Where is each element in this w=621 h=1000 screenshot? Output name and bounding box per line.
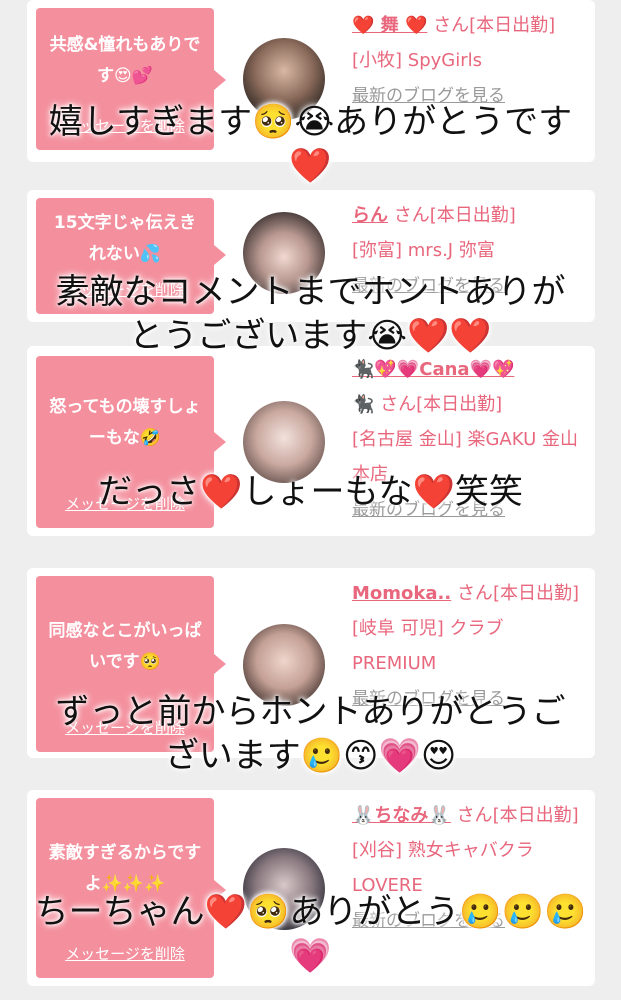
bubble-tail: [214, 245, 226, 265]
profile-name-link[interactable]: Momoka..: [352, 583, 451, 604]
profile-name-link[interactable]: 🐈‍⬛💖💗Cana💗💖: [352, 359, 514, 380]
shop-label: [小牧] SpyGirls: [352, 50, 482, 71]
bubble-tail: [214, 70, 226, 90]
profile-name-link[interactable]: らん: [352, 205, 388, 226]
profile-name-link[interactable]: 🐰ちなみ🐰: [352, 805, 451, 826]
overlay-caption: ちーちゃん❤️🥺ありがとう🥲🥲🥲 💗: [0, 890, 621, 978]
message-text: 怒ってもの壊すしょーもな🤣: [49, 397, 201, 448]
shop-label: [弥富] mrs.J 弥富: [352, 240, 495, 261]
shop-label: [刈谷] 熟女キャバクラ LOVERE: [352, 840, 534, 896]
status-label: [本日出勤]: [416, 394, 503, 415]
profile-name-cont: 🐈‍⬛: [352, 394, 375, 415]
san-label: さん: [380, 394, 417, 415]
overlay-line: 素敵なコメントまでホントありが: [55, 272, 566, 312]
profile-info: ❤️ 舞 ❤️ さん[本日出勤] [小牧] SpyGirls 最新のブログを見る: [352, 8, 592, 114]
overlay-line: ちーちゃん❤️🥺ありがとう🥲🥲🥲: [34, 892, 587, 932]
overlay-caption: 素敵なコメントまでホントありが とうございます😭❤️❤️: [0, 270, 621, 358]
overlay-line: 嬉しすぎます🥺😭ありがとうです: [48, 102, 573, 142]
status-label: [本日出勤]: [492, 583, 579, 604]
profile-name-link[interactable]: ❤️ 舞 ❤️: [352, 15, 427, 36]
overlay-line: だっさ❤️しょーもな❤️笑笑: [98, 472, 523, 512]
overlay-line: ずっと前からホントありがとうご: [55, 692, 566, 732]
overlay-caption: ずっと前からホントありがとうご ざいます🥲😙💗😍: [0, 690, 621, 778]
overlay-caption: だっさ❤️しょーもな❤️笑笑: [0, 470, 621, 514]
san-label: さん: [433, 15, 470, 36]
message-text: 共感&憧れもありです😍💕: [49, 35, 201, 86]
shop-label: [岐阜 可児] クラブ PREMIUM: [352, 618, 504, 674]
message-text: 15文字じゃ伝えきれない💦: [53, 213, 197, 264]
status-label: [本日出勤]: [429, 205, 516, 226]
bubble-tail: [214, 654, 226, 674]
san-label: さん: [393, 205, 430, 226]
message-text: 同感なとこがいっぱいです🥺: [48, 621, 202, 672]
status-label: [本日出勤]: [492, 805, 579, 826]
bubble-tail: [214, 432, 226, 452]
overlay-line: ざいます🥲😙💗😍: [164, 736, 457, 776]
status-label: [本日出勤]: [469, 15, 556, 36]
overlay-caption: 嬉しすぎます🥺😭ありがとうです ❤️: [0, 100, 621, 188]
overlay-line: とうございます😭❤️❤️: [129, 316, 492, 356]
overlay-line: ❤️: [289, 146, 332, 186]
overlay-line: 💗: [289, 936, 332, 976]
san-label: さん: [456, 805, 493, 826]
san-label: さん: [456, 583, 493, 604]
